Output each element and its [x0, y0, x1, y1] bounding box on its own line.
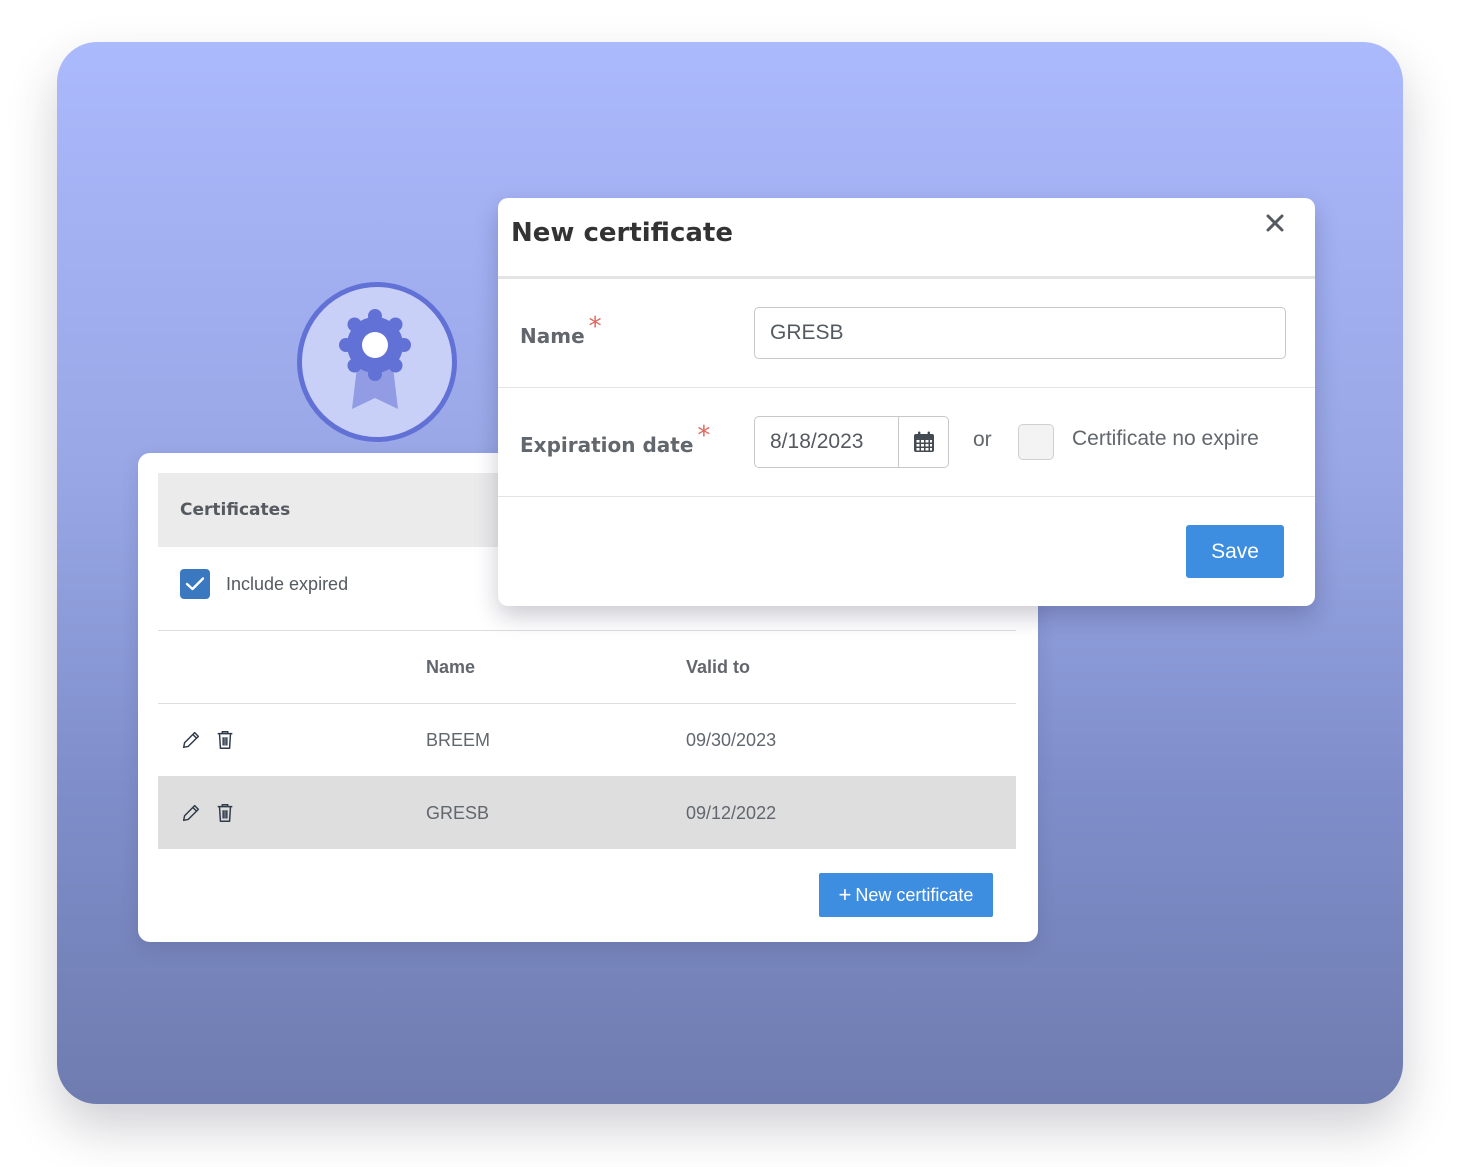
- pencil-icon[interactable]: [180, 728, 202, 752]
- expiration-label-text: Expiration date: [520, 433, 694, 457]
- include-expired-checkbox[interactable]: [180, 569, 210, 599]
- required-mark: *: [697, 421, 711, 451]
- row-actions: [180, 801, 236, 825]
- divider: [498, 496, 1315, 497]
- name-input[interactable]: GRESB: [754, 307, 1286, 359]
- table-row: BREEM 09/30/2023: [158, 704, 1016, 776]
- close-icon[interactable]: [1264, 212, 1286, 234]
- new-certificate-button[interactable]: + New certificate: [819, 873, 993, 917]
- expiration-date-input[interactable]: 8/18/2023: [754, 416, 898, 468]
- include-expired-label: Include expired: [226, 573, 349, 594]
- plus-icon: +: [838, 882, 852, 907]
- no-expire-label: Certificate no expire: [1072, 427, 1259, 450]
- divider: [498, 387, 1315, 388]
- new-certificate-label: New certificate: [855, 884, 974, 905]
- calendar-button[interactable]: [898, 416, 949, 468]
- background-stage: Certificates Include expired Name Valid …: [57, 42, 1403, 1104]
- include-expired-row[interactable]: Include expired: [180, 569, 348, 599]
- no-expire-checkbox[interactable]: [1018, 424, 1054, 460]
- modal-title: New certificate: [511, 218, 733, 248]
- award-ribbon-icon: [339, 309, 411, 409]
- award-badge: [297, 282, 457, 442]
- name-field-label: Name *: [520, 312, 602, 350]
- table-header: Name Valid to: [158, 631, 1016, 703]
- cell-name: GRESB: [426, 803, 490, 823]
- new-certificate-modal: New certificate Name * GRESB Expiration d…: [498, 198, 1315, 606]
- row-actions: [180, 728, 236, 752]
- trash-icon[interactable]: [214, 801, 236, 825]
- cell-valid-to: 09/30/2023: [686, 730, 777, 750]
- cell-valid-to: 09/12/2022: [686, 803, 777, 823]
- expiration-date-field-label: Expiration date *: [520, 421, 710, 459]
- name-label-text: Name: [520, 324, 585, 348]
- trash-icon[interactable]: [214, 728, 236, 752]
- table-row: GRESB 09/12/2022: [158, 777, 1016, 849]
- cell-name: BREEM: [426, 730, 491, 750]
- modal-header-divider: [498, 276, 1315, 279]
- column-header-name[interactable]: Name: [426, 631, 475, 703]
- certificates-title: Certificates: [180, 500, 291, 520]
- column-header-valid-to[interactable]: Valid to: [686, 631, 750, 703]
- checkmark-icon: [185, 577, 205, 591]
- calendar-icon: [913, 431, 934, 452]
- required-mark: *: [588, 312, 602, 342]
- pencil-icon[interactable]: [180, 801, 202, 825]
- or-separator: or: [973, 428, 992, 451]
- save-button[interactable]: Save: [1186, 525, 1284, 578]
